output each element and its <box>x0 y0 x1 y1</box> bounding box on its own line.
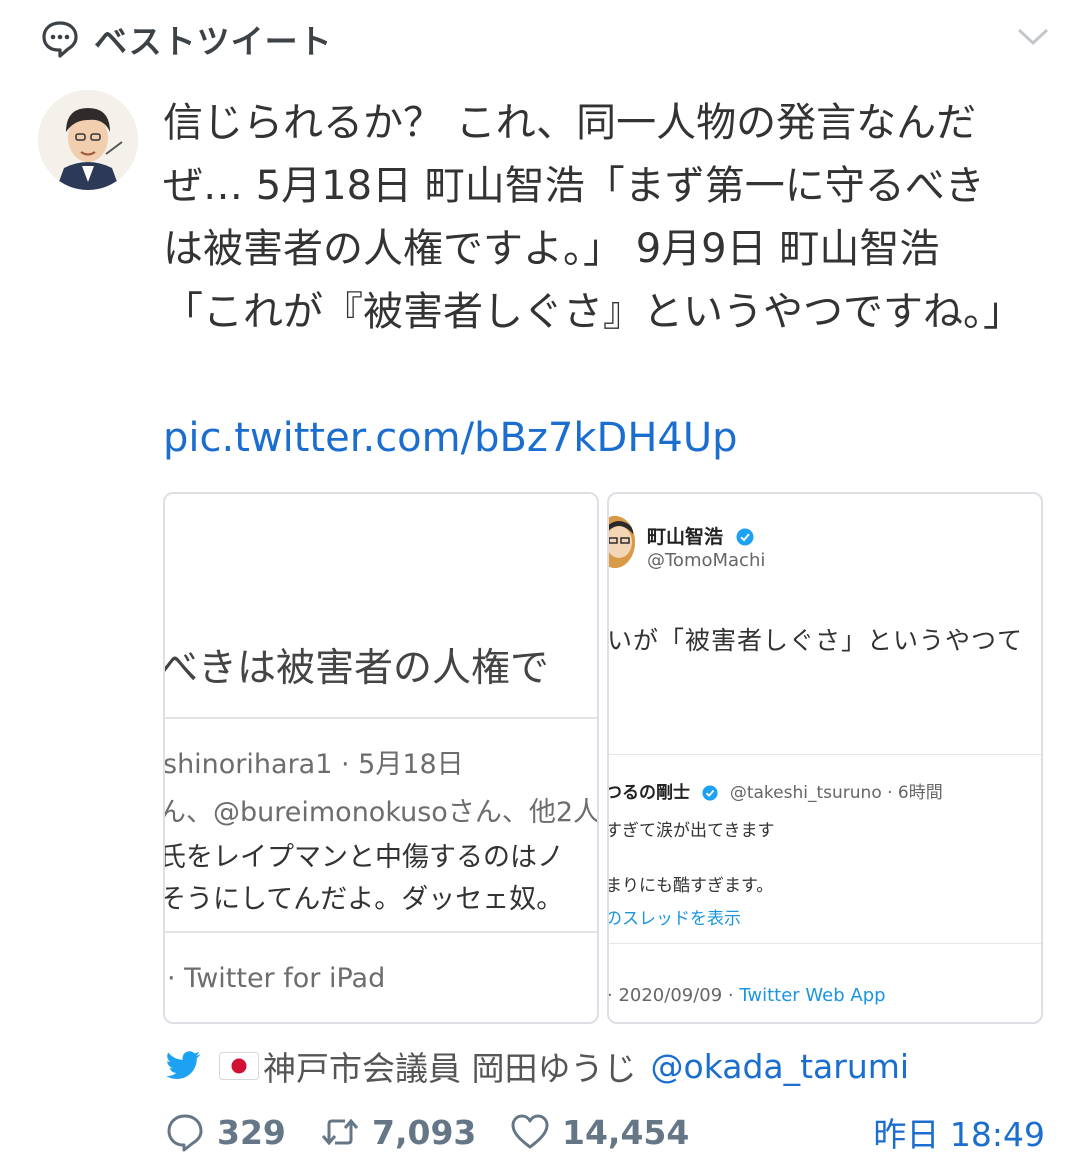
left-image-reply-line: ん、@bureimonokusoさん、他2人 <box>163 797 599 828</box>
reply-count: 329 <box>217 1112 286 1152</box>
right-image-avatar <box>609 516 635 568</box>
like-button[interactable]: 14,454 <box>510 1106 689 1158</box>
author-avatar[interactable] <box>38 90 138 190</box>
header-title: ベストツイート <box>94 22 333 61</box>
retweet-icon <box>321 1118 359 1146</box>
reply-icon <box>167 1114 203 1152</box>
avatar-illustration <box>38 90 138 190</box>
right-image-show-thread-link: のスレッドを表示 <box>607 909 741 929</box>
left-image-meta: shinorihara1 · 5月18日 <box>163 749 464 780</box>
right-image-quoted-line: まりにも酷すぎます。 <box>607 876 774 896</box>
right-image-author-handle: @TomoMachi <box>647 550 766 571</box>
verified-icon <box>702 785 718 801</box>
twitter-bird-icon <box>166 1051 201 1080</box>
right-image-quoted-author: つるの剛士 @takeshi_tsuruno · 6時間 <box>607 783 943 803</box>
japan-flag-icon <box>219 1052 259 1080</box>
tweet-attribution[interactable]: 神戸市会議員 岡田ゆうじ @okada_tarumi <box>165 1044 909 1088</box>
media-image-right[interactable]: 町山智浩 @TomoMachi いが「被害者しぐさ」というやつて つるの剛士 @… <box>607 492 1043 1024</box>
right-image-tweet-text: いが「被害者しぐさ」というやつて <box>607 626 1024 655</box>
right-image-footer: · 2020/09/09 · Twitter Web App <box>607 985 886 1006</box>
verified-icon <box>736 528 754 546</box>
reply-button[interactable]: 329 <box>165 1106 286 1158</box>
left-image-quote-line: 氏をレイプマンと中傷するのはノ <box>163 842 564 873</box>
chevron-down-icon[interactable] <box>1016 24 1050 48</box>
tweet-action-bar: 329 7,093 14,454 昨日 18:49 <box>165 1106 1045 1158</box>
tweet-text: 信じられるか？ これ、同一人物の発言なんだぜ… 5月18日 町山智浩「まず第一に… <box>163 100 1023 335</box>
speech-bubble-icon <box>42 21 78 58</box>
left-image-quote-line: そうにしてんだよ。ダッセェ奴。 <box>163 884 564 915</box>
attribution-handle[interactable]: @okada_tarumi <box>651 1047 910 1086</box>
tweet-timestamp[interactable]: 昨日 18:49 <box>873 1106 1045 1158</box>
divider <box>609 754 1041 755</box>
right-image-quoted-line: すぎて涙が出てきます <box>607 821 775 841</box>
retweet-button[interactable]: 7,093 <box>320 1106 476 1158</box>
divider <box>609 943 1041 944</box>
right-image-author-name: 町山智浩 <box>647 522 754 549</box>
media-image-left[interactable]: べきは被害者の人権で shinorihara1 · 5月18日 ん、@burei… <box>163 492 599 1024</box>
best-tweet-header: ベストツイート <box>40 14 333 64</box>
like-count: 14,454 <box>562 1112 690 1152</box>
tweet-media-link[interactable]: pic.twitter.com/bBz7kDH4Up <box>163 412 738 464</box>
left-image-footer: · Twitter for iPad <box>167 963 386 994</box>
divider <box>165 717 597 719</box>
left-image-big-text: べきは被害者の人権で <box>163 646 550 691</box>
tweet-media: べきは被害者の人権で shinorihara1 · 5月18日 ん、@burei… <box>163 492 1043 1024</box>
retweet-count: 7,093 <box>372 1112 477 1152</box>
like-icon <box>511 1114 549 1149</box>
attribution-name[interactable]: 神戸市会議員 岡田ゆうじ <box>263 1042 637 1090</box>
divider <box>165 931 597 933</box>
